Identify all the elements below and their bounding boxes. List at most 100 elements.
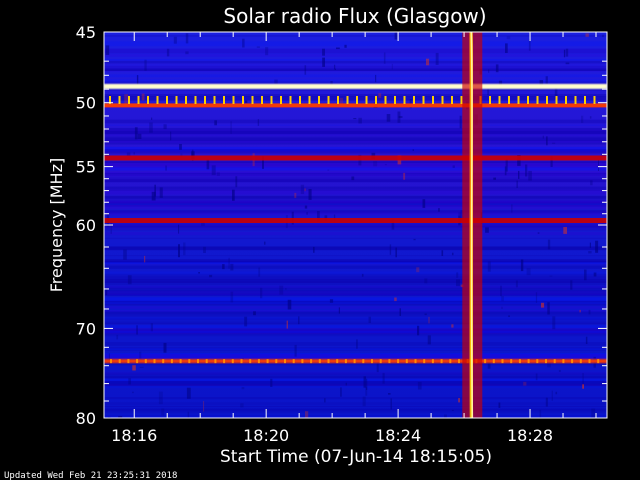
band-spot [527,359,530,364]
band-spot [458,359,460,364]
noise-mark [294,344,297,357]
noise-mark [546,136,548,146]
noise-mark [256,46,260,48]
texture-band [104,329,607,335]
noise-mark [588,309,591,315]
band-spot [275,359,278,364]
noise-mark [424,278,428,284]
band-spot [588,359,591,364]
noise-mark [139,351,142,360]
band-spot [414,359,417,364]
band-spot [249,359,252,364]
noise-mark [178,224,180,234]
noise-mark [501,306,503,310]
texture-band [104,35,607,37]
noise-mark [501,296,504,302]
periodic-spike [356,96,358,104]
texture-band [104,96,607,101]
periodic-spike [137,96,140,104]
noise-mark [144,255,146,263]
noise-mark [525,164,528,177]
noise-mark [178,244,180,258]
noise-mark [399,308,401,316]
band-spot [344,359,347,364]
noise-mark [526,268,531,276]
band-spot [353,359,356,364]
periodic-spike [517,96,520,104]
noise-mark [589,242,591,248]
texture-band [104,297,607,302]
noise-mark [270,378,273,387]
noise-mark [500,285,502,297]
noise-mark [214,120,217,126]
band-spot [292,359,295,364]
noise-mark [161,408,165,416]
texture-band [104,232,607,236]
periodic-spike [565,96,567,104]
noise-mark [279,285,284,295]
x-tick-label: 18:24 [375,426,421,445]
noise-mark [552,316,556,330]
noise-mark [506,36,511,40]
noise-mark [228,257,230,269]
noise-mark [518,170,520,179]
noise-mark [451,409,454,411]
noise-mark [151,117,153,120]
noise-mark [260,287,263,299]
noise-mark [211,165,216,176]
periodic-spike [213,96,216,104]
y-tick-label: 60 [76,216,96,235]
texture-band [104,280,607,283]
periodic-spike [308,96,311,104]
noise-mark [322,57,325,67]
noise-mark [523,381,527,386]
band-spot [388,359,391,364]
noise-mark [338,307,340,314]
noise-mark [582,384,584,389]
periodic-spike [432,96,434,104]
noise-mark [244,316,248,327]
texture-band [104,59,607,61]
noise-mark [116,334,119,340]
noise-mark [403,172,406,180]
band-spot [571,359,574,364]
texture-band [104,325,607,328]
noise-mark [306,212,308,215]
texture-band [104,60,607,64]
periodic-spike [451,96,453,104]
texture-band [104,397,607,400]
noise-mark [598,160,599,171]
noise-mark [327,169,330,171]
noise-mark [294,192,297,198]
band-spot [371,359,373,364]
frequency-band [104,83,607,89]
noise-mark [198,272,200,274]
noise-mark [127,275,132,285]
noise-mark [547,239,551,250]
band-spot [188,359,191,364]
noise-mark [304,205,308,209]
band-spot [536,359,539,364]
burst-curve-core [470,32,474,418]
solar-radio-flux-chart: 45 50 55 60 70 80 18:16 18:20 18:24 18:28 Solar r… [0,0,640,480]
band-spot [553,359,556,364]
noise-mark [245,100,248,104]
y-axis-label: Frequency [MHz] [47,158,66,292]
texture-band [104,94,607,97]
noise-mark [452,252,454,256]
texture-band [104,291,607,296]
noise-mark [149,122,153,133]
noise-mark [394,32,398,40]
band-spot [431,359,434,364]
noise-mark [382,372,385,384]
band-spot [170,359,173,364]
periodic-spike [318,96,320,104]
noise-mark [391,63,393,70]
periodic-spike [584,96,586,104]
noise-mark [520,259,524,272]
noise-mark [222,264,225,270]
noise-mark [417,381,422,390]
band-spot [362,359,365,364]
noise-mark [139,366,144,368]
periodic-spike [555,96,558,104]
